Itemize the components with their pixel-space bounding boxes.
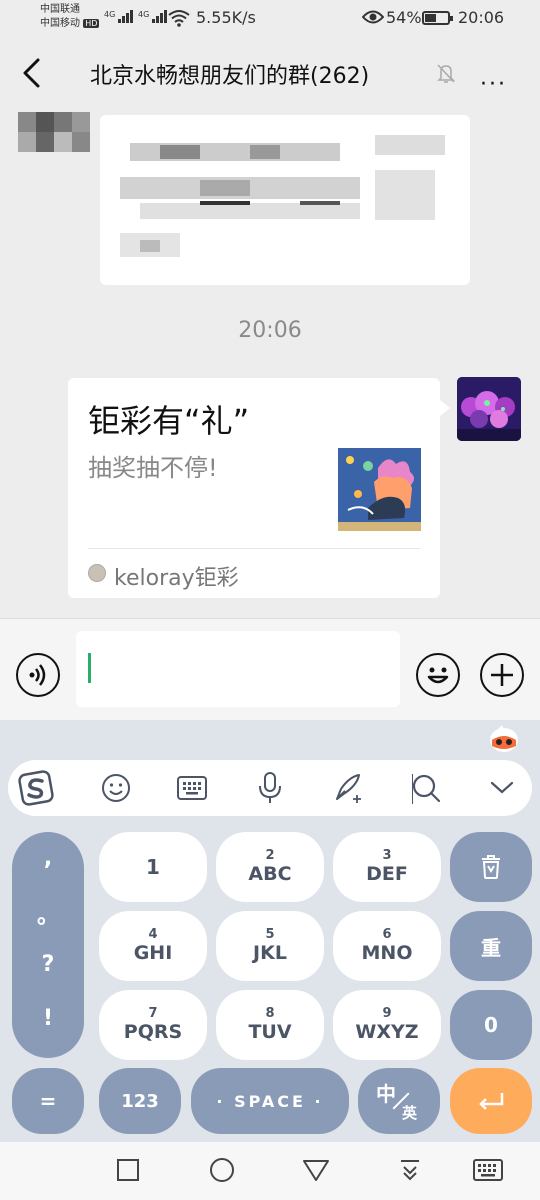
message-input[interactable] bbox=[76, 631, 400, 707]
signal-icon: 4G bbox=[138, 10, 168, 26]
blurred-avatar[interactable] bbox=[18, 112, 90, 152]
enter-icon bbox=[479, 1093, 504, 1110]
signal-icon: 4G bbox=[104, 10, 134, 26]
key-9[interactable]: 9 WXYZ bbox=[333, 990, 441, 1060]
network-speed: 5.55K/s bbox=[196, 8, 256, 27]
enter-key[interactable] bbox=[450, 1068, 532, 1134]
system-navigation-bar bbox=[0, 1142, 540, 1200]
numbers-key[interactable]: 123 bbox=[99, 1068, 181, 1134]
eye-icon bbox=[362, 10, 384, 24]
emoji-icon[interactable] bbox=[416, 653, 460, 697]
message-timestamp: 20:06 bbox=[238, 318, 302, 343]
redo-key[interactable]: 重 bbox=[450, 911, 532, 981]
plus-icon[interactable] bbox=[480, 653, 524, 697]
key-1[interactable]: 1 bbox=[99, 832, 207, 902]
back-icon[interactable] bbox=[18, 56, 46, 90]
card-thumbnail bbox=[338, 448, 421, 531]
status-bar: 中国联通 中国移动 HD 4G 4G 5.55K/s 54% 20:06 bbox=[0, 0, 540, 36]
keyboard-icon[interactable] bbox=[174, 770, 210, 806]
card-title: 钜彩有“礼” bbox=[88, 402, 250, 440]
carrier-2: 中国移动 bbox=[40, 18, 80, 29]
card-description: 抽奖抽不停! bbox=[88, 454, 218, 482]
language-toggle-key[interactable]: 中 英 bbox=[358, 1068, 440, 1134]
punct-comma[interactable]: , bbox=[12, 846, 84, 871]
microphone-icon[interactable] bbox=[252, 770, 288, 806]
chat-title[interactable]: 北京水畅想朋友们的群(262) bbox=[90, 58, 369, 90]
key-2[interactable]: 2 ABC bbox=[216, 832, 324, 902]
mini-program-card[interactable]: 钜彩有“礼” 抽奖抽不停! keloray钜彩 bbox=[68, 378, 450, 598]
sogou-logo-icon[interactable] bbox=[18, 770, 54, 806]
wifi-icon bbox=[168, 10, 190, 27]
chevron-down-icon[interactable] bbox=[484, 770, 520, 806]
search-icon[interactable] bbox=[408, 770, 444, 806]
delete-key[interactable] bbox=[450, 832, 532, 902]
voice-icon[interactable] bbox=[16, 653, 60, 697]
more-options-button[interactable]: ··· bbox=[480, 72, 507, 97]
handwriting-icon[interactable] bbox=[330, 770, 366, 806]
battery-percent: 54% bbox=[386, 8, 422, 27]
back-triangle-icon[interactable] bbox=[302, 1158, 330, 1182]
key-0[interactable]: 0 bbox=[450, 990, 532, 1060]
punct-period[interactable]: 。 bbox=[12, 898, 84, 930]
home-icon[interactable] bbox=[208, 1156, 236, 1184]
recent-apps-icon[interactable] bbox=[116, 1158, 140, 1182]
card-source: keloray钜彩 bbox=[114, 566, 239, 591]
space-key[interactable]: · SPACE · bbox=[191, 1068, 349, 1134]
battery-fill bbox=[425, 14, 436, 22]
punctuation-column[interactable]: , 。 ? ! bbox=[12, 832, 84, 1058]
key-6[interactable]: 6 MNO bbox=[333, 911, 441, 981]
bell-off-icon bbox=[437, 64, 455, 83]
key-3[interactable]: 3 DEF bbox=[333, 832, 441, 902]
blurred-message-bubble[interactable] bbox=[100, 115, 470, 285]
hd-badge: HD bbox=[83, 19, 100, 28]
carrier-labels: 中国联通 中国移动 HD bbox=[40, 3, 100, 31]
chat-header: 北京水畅想朋友们的群(262) ··· bbox=[0, 36, 540, 112]
input-bar bbox=[0, 618, 540, 720]
punct-question[interactable]: ? bbox=[12, 952, 84, 977]
download-icon[interactable] bbox=[398, 1158, 422, 1184]
emoji-icon[interactable] bbox=[98, 770, 134, 806]
battery-icon bbox=[422, 11, 453, 25]
sogou-mascot-icon[interactable] bbox=[488, 724, 520, 754]
status-time: 20:06 bbox=[458, 8, 505, 27]
key-7[interactable]: 7 PQRS bbox=[99, 990, 207, 1060]
key-4[interactable]: 4 GHI bbox=[99, 911, 207, 981]
equals-key[interactable]: = bbox=[12, 1068, 84, 1134]
lang-en-label: 英 bbox=[402, 1104, 418, 1122]
key-5[interactable]: 5 JKL bbox=[216, 911, 324, 981]
keyboard-toggle-icon[interactable] bbox=[472, 1158, 504, 1182]
text-caret bbox=[88, 653, 91, 683]
source-logo-icon bbox=[88, 564, 106, 582]
lang-cn-label: 中 bbox=[376, 1082, 396, 1106]
card-divider bbox=[88, 548, 420, 549]
delete-icon bbox=[482, 855, 500, 879]
ime-keyboard: , 。 ? ! 1 2 ABC 3 DEF 4 GHI 5 JKL 6 MNO 重 7 PQ… bbox=[0, 720, 540, 1142]
my-avatar[interactable] bbox=[457, 377, 521, 441]
keyboard-toolbar bbox=[8, 760, 532, 816]
key-8[interactable]: 8 TUV bbox=[216, 990, 324, 1060]
punct-exclaim[interactable]: ! bbox=[12, 1006, 84, 1031]
carrier-1: 中国联通 bbox=[40, 4, 80, 15]
